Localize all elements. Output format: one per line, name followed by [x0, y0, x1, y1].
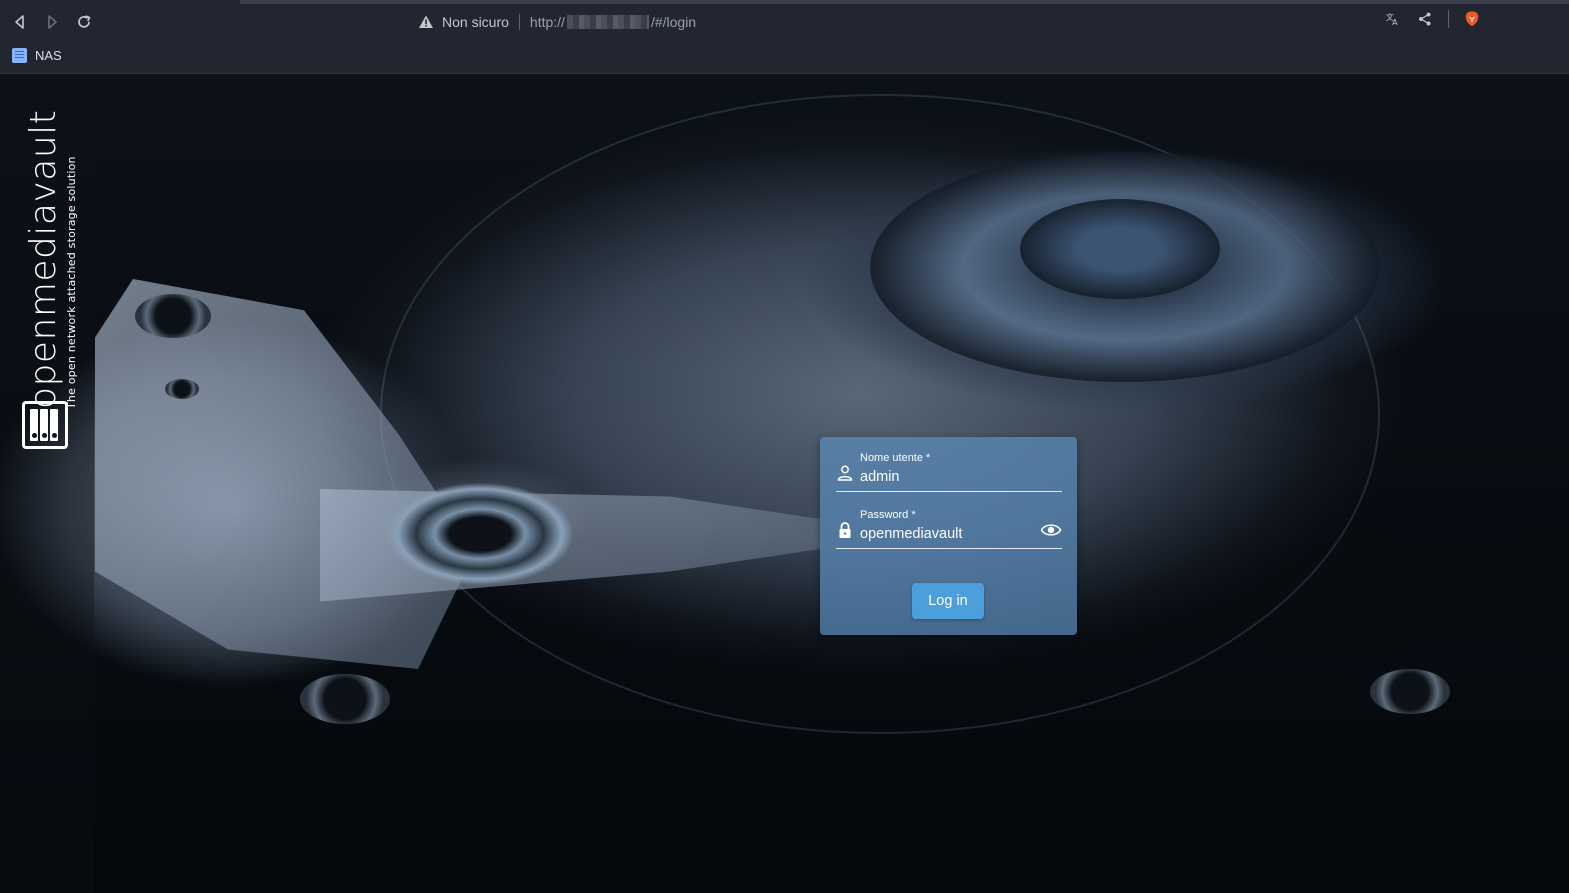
- redacted-host: [566, 15, 649, 29]
- url-suffix: /#/login: [650, 14, 697, 30]
- openmediavault-logo-icon: [22, 401, 68, 449]
- browser-toolbar: Non sicuro http:// /#/login 文 A: [0, 4, 1569, 40]
- username-label: Nome utente *: [860, 452, 931, 464]
- pivot-bearing: [380, 479, 580, 589]
- share-icon[interactable]: [1416, 10, 1434, 28]
- screw-hole: [165, 379, 199, 399]
- bookmark-nas[interactable]: NAS: [12, 47, 62, 63]
- translate-icon[interactable]: 文 A: [1384, 10, 1402, 28]
- url-text[interactable]: http:// /#/login: [530, 14, 696, 30]
- login-button[interactable]: Log in: [912, 583, 984, 619]
- login-page-background: openmediavault The open network attached…: [0, 74, 1569, 893]
- omnibox-separator: [518, 14, 520, 30]
- password-label: Password *: [860, 509, 916, 521]
- screw-hole: [300, 674, 390, 724]
- brand-sidebar: openmediavault The open network attached…: [0, 74, 94, 893]
- browser-chrome: Non sicuro http:// /#/login 文 A NAS: [0, 0, 1569, 74]
- forward-arrow-icon[interactable]: [40, 10, 64, 34]
- warning-triangle-icon: [419, 15, 433, 28]
- brand-tagline: The open network attached storage soluti…: [65, 156, 78, 409]
- login-card: Nome utente * admin Password * openmedia…: [820, 437, 1077, 635]
- screw-hole: [1370, 669, 1450, 714]
- password-field[interactable]: Password * openmediavault: [836, 509, 1062, 549]
- reload-icon[interactable]: [72, 10, 96, 34]
- back-arrow-icon[interactable]: [8, 10, 32, 34]
- bookmark-label: NAS: [35, 47, 62, 63]
- bookmarks-bar: NAS: [0, 40, 1569, 70]
- url-prefix: http://: [529, 14, 565, 30]
- brand-text: openmediavault The open network attached…: [23, 109, 78, 409]
- screw-hole: [135, 294, 211, 338]
- svg-text:A: A: [1392, 18, 1398, 27]
- eye-icon[interactable]: [1040, 521, 1062, 539]
- lock-icon: [839, 522, 851, 538]
- toolbar-separator: [1448, 10, 1449, 28]
- password-input[interactable]: openmediavault: [860, 526, 962, 542]
- username-input[interactable]: admin: [860, 469, 900, 485]
- security-status[interactable]: Non sicuro: [442, 14, 509, 30]
- bookmark-list-icon: [12, 47, 27, 63]
- person-icon: [837, 465, 853, 481]
- brand-name: openmediavault: [23, 109, 64, 409]
- brave-lion-icon[interactable]: [1463, 10, 1481, 28]
- username-field[interactable]: Nome utente * admin: [836, 452, 1062, 492]
- toolbar-actions: 文 A: [1384, 10, 1481, 28]
- address-bar[interactable]: Non sicuro http:// /#/login: [410, 8, 1130, 36]
- spindle-center: [1020, 199, 1220, 299]
